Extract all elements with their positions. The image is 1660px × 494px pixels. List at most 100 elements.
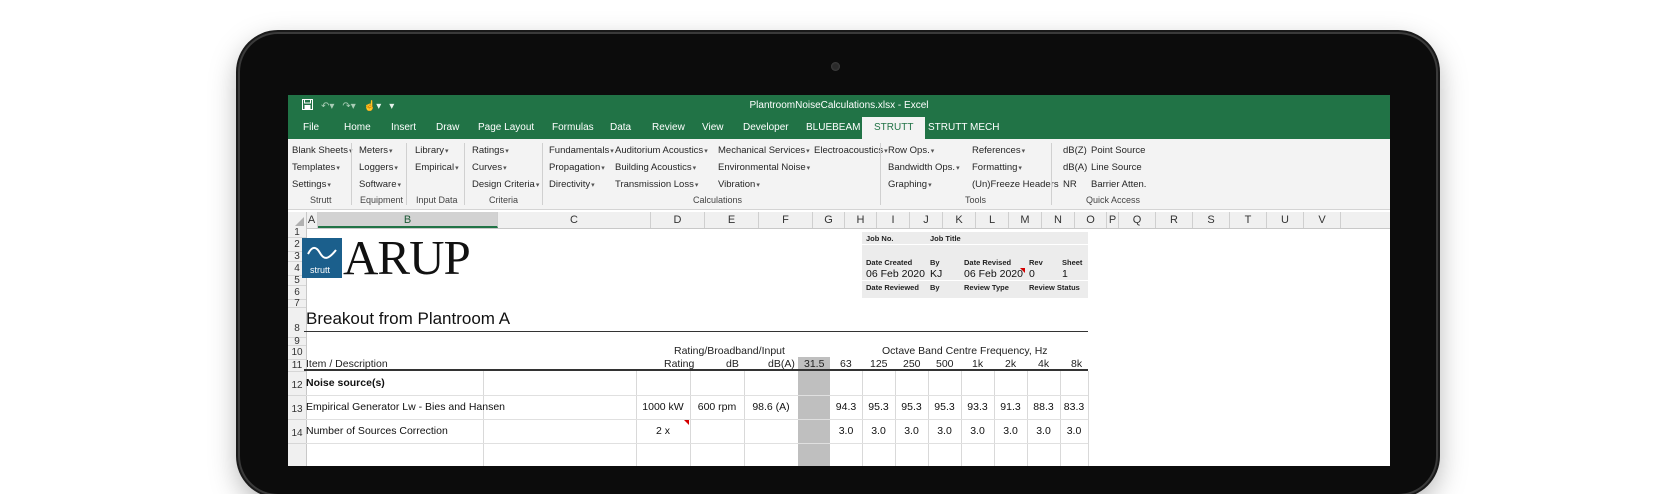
library-menu[interactable]: Library▾ [415, 145, 449, 156]
environmental-noise-menu[interactable]: Environmental Noise▾ [718, 162, 810, 173]
design-criteria-menu[interactable]: Design Criteria▾ [472, 179, 539, 190]
tab-data[interactable]: Data [610, 122, 631, 133]
row13-63[interactable]: 94.3 [830, 401, 862, 413]
row14-description[interactable]: Number of Sources Correction [306, 425, 448, 437]
tab-draw[interactable]: Draw [436, 122, 459, 133]
row-header[interactable]: 14 [288, 420, 306, 444]
row-header[interactable]: 1 [288, 228, 306, 238]
graphing-menu[interactable]: Graphing▾ [888, 179, 932, 190]
tab-view[interactable]: View [702, 122, 724, 133]
row14-1k[interactable]: 3.0 [961, 425, 994, 437]
row-header[interactable]: 8 [288, 308, 306, 338]
column-header[interactable]: K [943, 212, 976, 228]
nr-button[interactable]: NR [1063, 179, 1077, 190]
column-header[interactable]: V [1304, 212, 1341, 228]
tab-strutt[interactable]: STRUTT [862, 117, 926, 139]
column-header[interactable]: J [910, 212, 943, 228]
software-menu[interactable]: Software▾ [359, 179, 401, 190]
unfreeze-headers-button[interactable]: (Un)Freeze Headers [972, 179, 1059, 190]
row13-500[interactable]: 95.3 [928, 401, 961, 413]
select-all-button[interactable] [288, 212, 307, 228]
mechanical-services-menu[interactable]: Mechanical Services▾ [718, 145, 810, 156]
column-header[interactable]: N [1042, 212, 1075, 228]
dba-button[interactable]: dB(A) [1063, 162, 1087, 173]
vibration-menu[interactable]: Vibration▾ [718, 179, 760, 190]
row13-250[interactable]: 95.3 [895, 401, 928, 413]
electroacoustics-menu[interactable]: Electroacoustics▾ [814, 145, 888, 156]
point-source-button[interactable]: Point Source [1091, 145, 1145, 156]
tab-page-layout[interactable]: Page Layout [478, 122, 534, 133]
templates-menu[interactable]: Templates▾ [292, 162, 340, 173]
loggers-menu[interactable]: Loggers▾ [359, 162, 398, 173]
column-header[interactable]: A [306, 212, 318, 228]
row14-125[interactable]: 3.0 [862, 425, 895, 437]
column-header[interactable]: B [318, 212, 498, 228]
row14-rating[interactable]: 2 x [636, 425, 690, 437]
row14-500[interactable]: 3.0 [928, 425, 961, 437]
sheet-title[interactable]: Breakout from Plantroom A [306, 309, 510, 329]
row-header[interactable]: 10 [288, 346, 306, 360]
rev-value[interactable]: 0 [1029, 268, 1035, 280]
blank-sheets-menu[interactable]: Blank Sheets▾ [292, 145, 353, 156]
date-created-value[interactable]: 06 Feb 2020 [866, 268, 925, 280]
tab-insert[interactable]: Insert [391, 122, 416, 133]
row13-2k[interactable]: 91.3 [994, 401, 1027, 413]
column-header[interactable]: D [651, 212, 705, 228]
column-header[interactable]: Q [1119, 212, 1156, 228]
tab-review[interactable]: Review [652, 122, 685, 133]
row14-2k[interactable]: 3.0 [994, 425, 1027, 437]
column-header[interactable]: O [1075, 212, 1107, 228]
row-ops-menu[interactable]: Row Ops.▾ [888, 145, 934, 156]
column-header[interactable]: S [1193, 212, 1230, 228]
meters-menu[interactable]: Meters▾ [359, 145, 393, 156]
empirical-menu[interactable]: Empirical▾ [415, 162, 459, 173]
row14-4k[interactable]: 3.0 [1027, 425, 1060, 437]
row-header[interactable]: 12 [288, 372, 306, 396]
tab-file[interactable]: File [303, 122, 319, 133]
by-value[interactable]: KJ [930, 268, 942, 280]
bandwidth-ops-menu[interactable]: Bandwidth Ops.▾ [888, 162, 960, 173]
settings-menu[interactable]: Settings▾ [292, 179, 331, 190]
tab-formulas[interactable]: Formulas [552, 122, 594, 133]
dbz-button[interactable]: dB(Z) [1063, 145, 1087, 156]
column-header[interactable]: T [1230, 212, 1267, 228]
column-header[interactable]: F [759, 212, 813, 228]
directivity-menu[interactable]: Directivity▾ [549, 179, 595, 190]
column-header[interactable]: C [498, 212, 651, 228]
date-revised-value[interactable]: 06 Feb 2020 [964, 268, 1023, 280]
line-source-button[interactable]: Line Source [1091, 162, 1142, 173]
column-header[interactable]: E [705, 212, 759, 228]
row-header[interactable]: 9 [288, 337, 306, 347]
propagation-menu[interactable]: Propagation▾ [549, 162, 605, 173]
column-header[interactable]: I [877, 212, 910, 228]
row-header[interactable]: 13 [288, 396, 306, 420]
sheet-value[interactable]: 1 [1062, 268, 1068, 280]
column-header[interactable]: H [845, 212, 877, 228]
column-header[interactable]: U [1267, 212, 1304, 228]
row13-4k[interactable]: 88.3 [1027, 401, 1060, 413]
barrier-atten-button[interactable]: Barrier Atten. [1091, 179, 1146, 190]
row13-db[interactable]: 600 rpm [690, 401, 744, 413]
auditorium-acoustics-menu[interactable]: Auditorium Acoustics▾ [615, 145, 708, 156]
row-header[interactable]: 7 [288, 299, 306, 309]
column-header[interactable]: P [1107, 212, 1119, 228]
fundamentals-menu[interactable]: Fundamentals▾ [549, 145, 614, 156]
row14-8k[interactable]: 3.0 [1060, 425, 1088, 437]
column-header[interactable]: G [813, 212, 845, 228]
row13-rating[interactable]: 1000 kW [636, 401, 690, 413]
curves-menu[interactable]: Curves▾ [472, 162, 507, 173]
tab-developer[interactable]: Developer [743, 122, 789, 133]
tab-bluebeam[interactable]: BLUEBEAM [806, 122, 860, 133]
formatting-menu[interactable]: Formatting▾ [972, 162, 1022, 173]
column-header[interactable]: R [1156, 212, 1193, 228]
row13-125[interactable]: 95.3 [862, 401, 895, 413]
transmission-loss-menu[interactable]: Transmission Loss▾ [615, 179, 698, 190]
row14-250[interactable]: 3.0 [895, 425, 928, 437]
ratings-menu[interactable]: Ratings▾ [472, 145, 509, 156]
row13-description[interactable]: Empirical Generator Lw - Bies and Hansen [306, 401, 505, 413]
row13-dba[interactable]: 98.6 (A) [744, 401, 798, 413]
references-menu[interactable]: References▾ [972, 145, 1025, 156]
row13-1k[interactable]: 93.3 [961, 401, 994, 413]
tab-home[interactable]: Home [344, 122, 371, 133]
tab-strutt-mech[interactable]: STRUTT MECH [928, 122, 999, 133]
